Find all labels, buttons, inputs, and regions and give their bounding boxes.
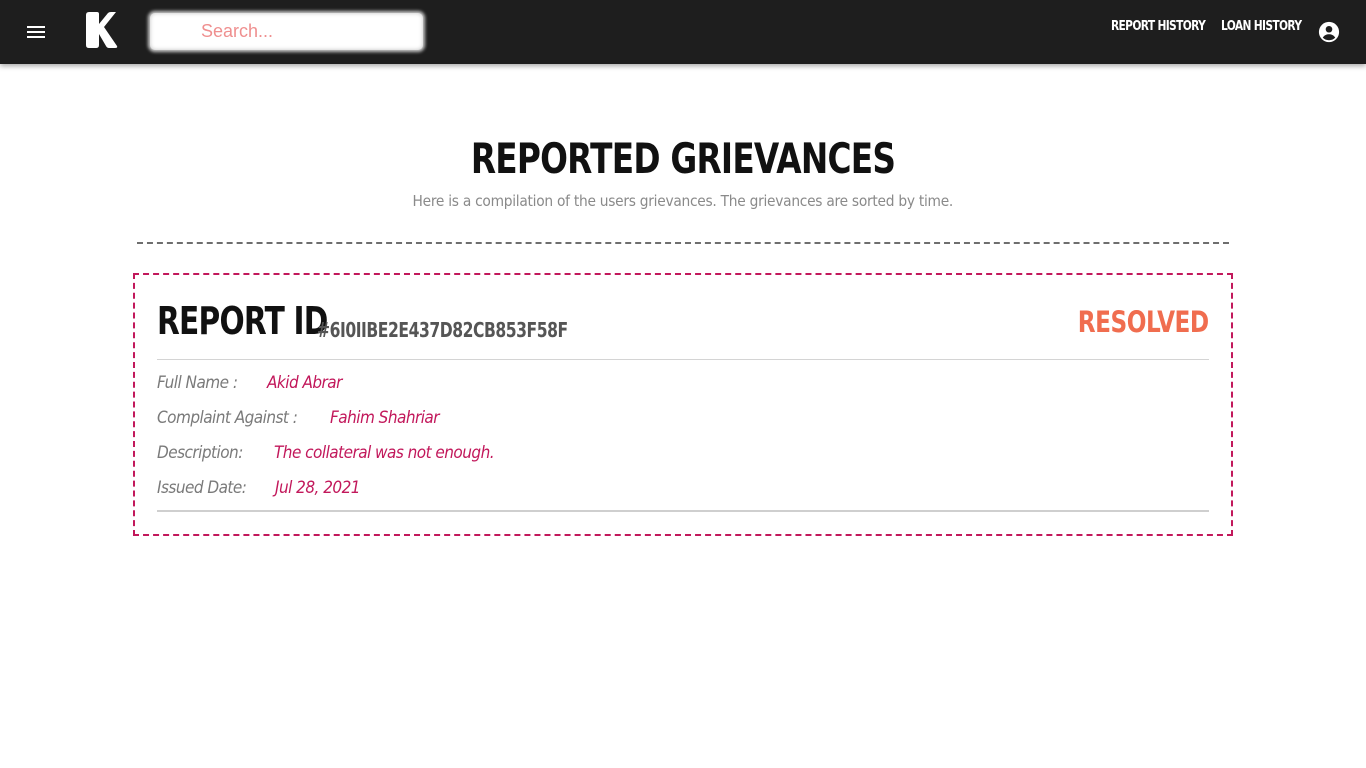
nav-report-history-link[interactable]: Report History — [1111, 19, 1206, 34]
top-navbar: Report History Loan History — [0, 0, 1366, 64]
report-id-label: Report ID — [157, 299, 328, 343]
nav-loan-history-link[interactable]: Loan History — [1221, 19, 1302, 34]
complaint-against-label: Complaint Against : — [157, 408, 298, 428]
complaint-against-value: Fahim Shahriar — [330, 408, 440, 428]
card-footer-divider — [157, 510, 1209, 512]
full-name-label: Full Name : — [157, 373, 238, 393]
report-id-value: #6I0IIBE2E437D82CB853F58F — [317, 318, 568, 342]
menu-icon[interactable] — [24, 20, 48, 44]
full-name-value: Akid Abrar — [267, 373, 342, 393]
search-box[interactable] — [150, 13, 423, 50]
account-circle-icon[interactable] — [1318, 21, 1340, 43]
description-value: The collateral was not enough. — [274, 443, 495, 463]
description-label: Description: — [157, 443, 243, 463]
section-divider — [137, 242, 1229, 244]
issued-date-value: Jul 28, 2021 — [275, 478, 361, 498]
status-badge: Resolved — [1078, 305, 1209, 339]
page-title: Reported Grievances — [470, 134, 896, 183]
grievance-card: Report ID #6I0IIBE2E437D82CB853F58F Reso… — [133, 273, 1233, 536]
k-logo-icon[interactable] — [84, 12, 118, 48]
issued-date-label: Issued Date: — [157, 478, 247, 498]
search-input[interactable] — [150, 13, 423, 50]
card-header-divider — [157, 359, 1209, 360]
page-subtitle: Here is a compilation of the users griev… — [412, 192, 954, 210]
